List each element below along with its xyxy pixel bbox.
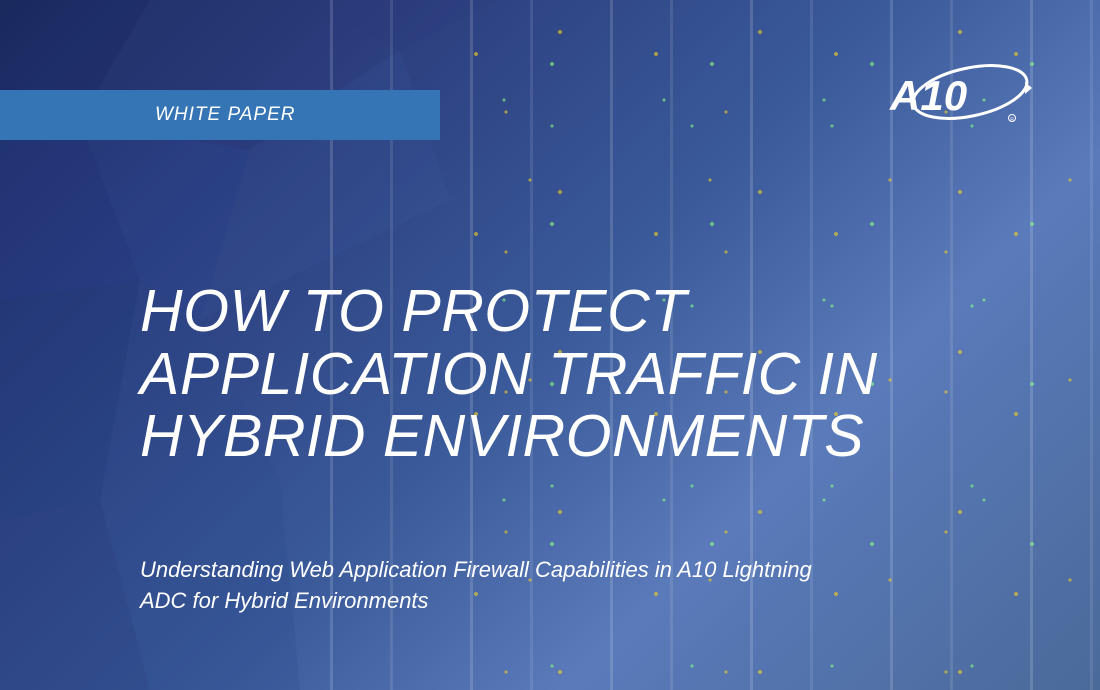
document-subtitle: Understanding Web Application Firewall C… xyxy=(140,555,840,617)
title-text: HOW TO PROTECT APPLICATION TRAFFIC IN HY… xyxy=(140,280,1040,468)
svg-text:A10: A10 xyxy=(889,72,967,119)
subtitle-text: Understanding Web Application Firewall C… xyxy=(140,555,840,617)
document-title: HOW TO PROTECT APPLICATION TRAFFIC IN HY… xyxy=(140,280,1040,468)
badge-label: WHITE PAPER xyxy=(155,104,296,126)
document-type-badge: WHITE PAPER xyxy=(0,90,440,140)
svg-text:R: R xyxy=(1010,117,1014,123)
a10-logo: A10 R xyxy=(870,60,1035,135)
